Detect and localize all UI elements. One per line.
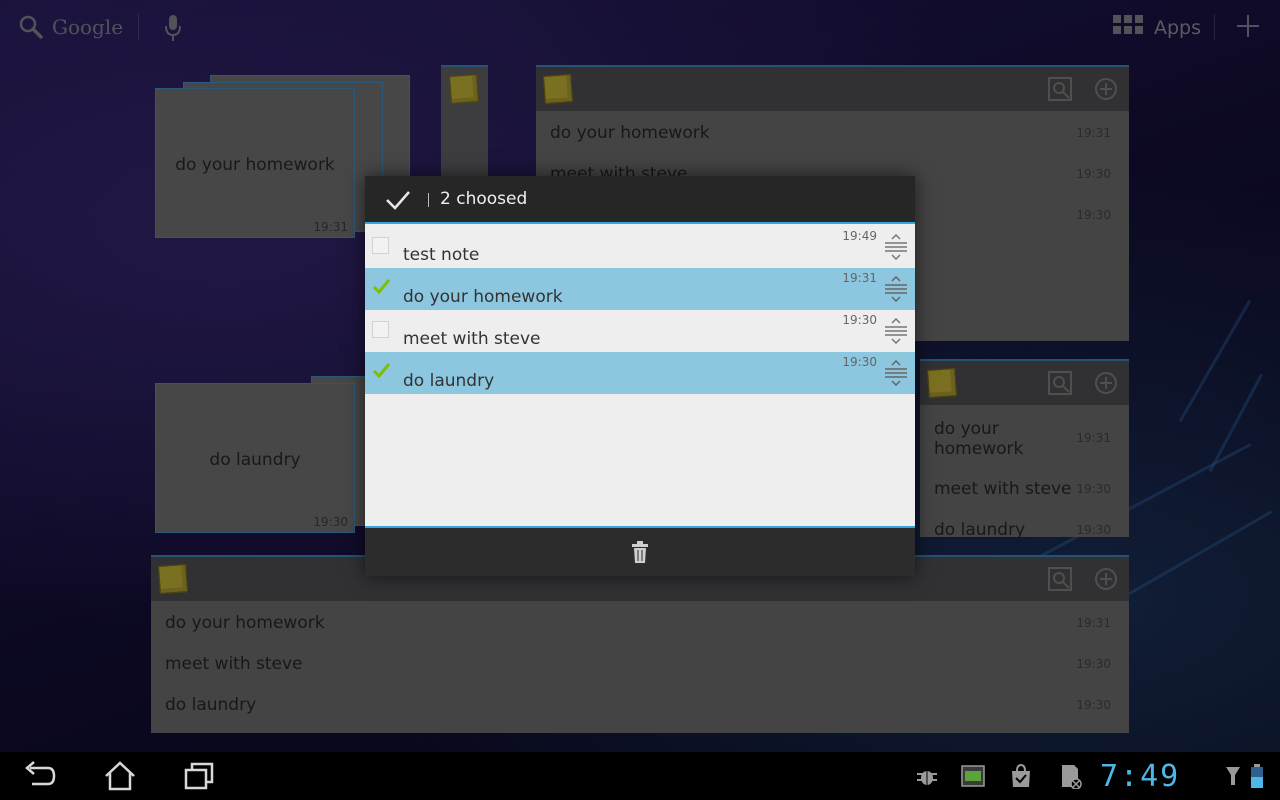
shopping-bag-icon[interactable] (1008, 763, 1034, 789)
clock[interactable]: 7:49 (1100, 759, 1180, 794)
drag-handle-icon[interactable] (883, 275, 909, 303)
system-bar: 7:49 (0, 752, 1280, 800)
home-icon[interactable] (102, 760, 138, 792)
selection-count-title: 2 choosed (440, 189, 528, 209)
recent-apps-icon[interactable] (182, 760, 218, 792)
item-checkbox[interactable] (372, 363, 391, 380)
checkmark-icon (372, 363, 391, 379)
note-title: test note (403, 245, 480, 265)
note-time: 19:31 (842, 271, 877, 285)
debug-bug-icon[interactable] (914, 763, 940, 789)
sd-card-removed-icon[interactable] (1057, 763, 1083, 790)
screenshot-icon[interactable] (960, 763, 986, 789)
signal-icon (1224, 763, 1250, 789)
action-bar: 2 choosed (365, 176, 915, 224)
list-item[interactable]: do your homework 19:31 (365, 268, 915, 310)
list-item[interactable]: do laundry 19:30 (365, 352, 915, 394)
checkmark-icon (372, 279, 391, 295)
action-footer (365, 526, 915, 576)
item-checkbox[interactable] (372, 321, 389, 338)
item-checkbox[interactable] (372, 237, 389, 254)
note-time: 19:30 (842, 313, 877, 327)
list-item[interactable]: meet with steve 19:30 (365, 310, 915, 352)
note-title: do your homework (403, 287, 563, 307)
note-title: do laundry (403, 371, 495, 391)
drag-handle-icon[interactable] (883, 233, 909, 261)
divider (428, 193, 429, 207)
note-title: meet with steve (403, 329, 541, 349)
note-time: 19:49 (842, 229, 877, 243)
drag-handle-icon[interactable] (883, 359, 909, 387)
list-item[interactable]: test note 19:49 (365, 226, 915, 268)
note-time: 19:30 (842, 355, 877, 369)
notes-list: test note 19:49 do your homework 19:31 m… (365, 226, 915, 526)
back-icon[interactable] (22, 760, 58, 792)
battery-icon (1250, 763, 1264, 789)
drag-handle-icon[interactable] (883, 317, 909, 345)
item-checkbox[interactable] (372, 279, 391, 296)
done-check-button[interactable] (385, 188, 411, 212)
delete-trash-icon[interactable] (630, 540, 650, 564)
select-notes-dialog: 2 choosed test note 19:49 do your homewo… (365, 176, 915, 576)
